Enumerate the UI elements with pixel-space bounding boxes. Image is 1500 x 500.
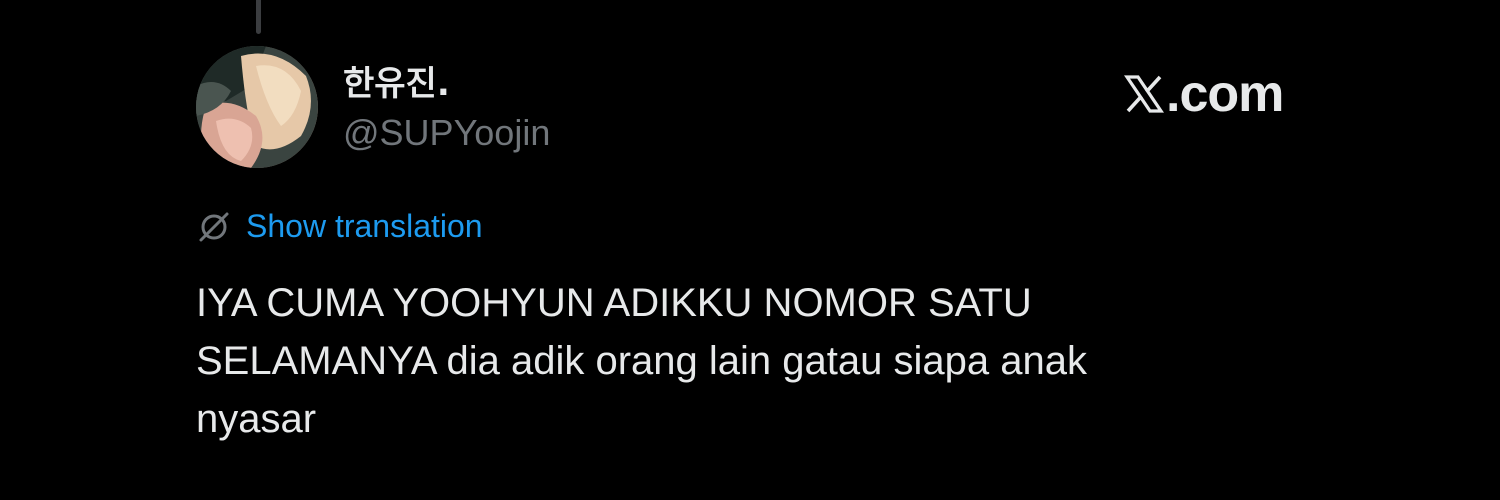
translation-row: Show translation xyxy=(196,208,483,245)
tweet-text-line: nyasar xyxy=(196,397,317,441)
author-display-name[interactable]: 한유진. xyxy=(343,56,450,105)
tweet-text: IYA CUMA YOOHYUN ADIKKU NOMOR SATU SELAM… xyxy=(196,274,1316,448)
brand-watermark: .com xyxy=(1124,64,1284,124)
avatar-image xyxy=(196,46,318,168)
brand-site-text: .com xyxy=(1166,65,1284,123)
thread-connector-line xyxy=(256,0,261,34)
x-logo-icon xyxy=(1124,75,1164,113)
globe-icon xyxy=(199,212,229,241)
tweet-text-line: IYA CUMA YOOHYUN ADIKKU NOMOR SATU xyxy=(196,281,1032,325)
tweet-text-line: SELAMANYA dia adik orang lain gatau siap… xyxy=(196,339,1087,383)
avatar[interactable] xyxy=(196,46,318,168)
show-translation-link[interactable]: Show translation xyxy=(246,208,483,245)
author-handle[interactable]: @SUPYoojin xyxy=(343,112,550,154)
